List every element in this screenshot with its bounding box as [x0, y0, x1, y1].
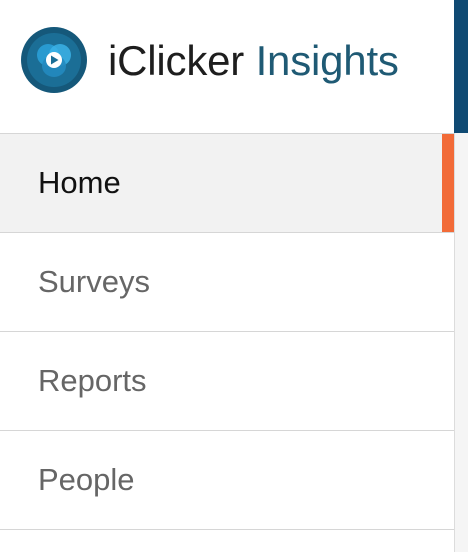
- sidebar-item-label: People: [38, 462, 135, 497]
- iclicker-logo-icon[interactable]: [20, 26, 88, 94]
- sidebar-item-reports[interactable]: Reports: [0, 332, 454, 431]
- sidebar-item-people[interactable]: People: [0, 431, 454, 530]
- content-panel-edge: [454, 133, 468, 552]
- item-indicator: [442, 332, 454, 430]
- header: iClicker Insights: [0, 0, 454, 133]
- sidebar-item-surveys[interactable]: Surveys: [0, 233, 454, 332]
- sidebar-item-label: Surveys: [38, 264, 150, 299]
- sidebar-item-home[interactable]: Home: [0, 134, 454, 233]
- app-frame: iClicker Insights Home Surveys Reports P…: [0, 0, 468, 552]
- sidebar-item-label: Home: [38, 165, 121, 200]
- active-indicator: [442, 134, 454, 232]
- brand-primary-text: iClicker: [108, 37, 245, 84]
- brand-secondary-text: Insights: [255, 37, 399, 84]
- item-indicator: [442, 233, 454, 331]
- brand-name[interactable]: iClicker Insights: [108, 36, 399, 86]
- sidebar-nav: Home Surveys Reports People: [0, 133, 454, 530]
- header-accent-bar: [454, 0, 468, 133]
- item-indicator: [442, 431, 454, 529]
- sidebar-item-label: Reports: [38, 363, 147, 398]
